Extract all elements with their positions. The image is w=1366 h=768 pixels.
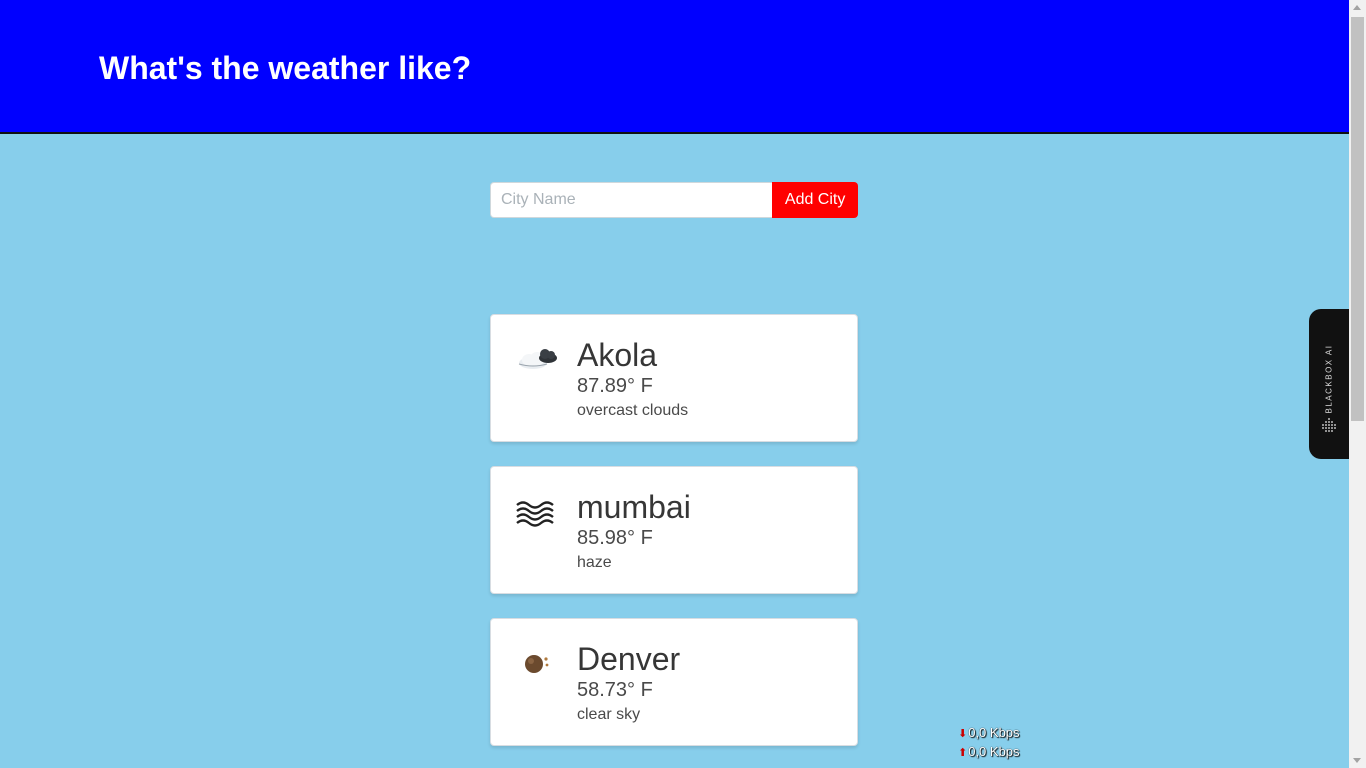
blackbox-ai-tab[interactable]: BLACKBOX AI xyxy=(1309,309,1349,459)
city-temperature: 58.73° F xyxy=(577,679,653,701)
weather-card-mumbai: mumbai 85.98° F haze xyxy=(490,466,858,594)
weather-description: overcast clouds xyxy=(577,402,689,419)
upload-speed: 0,0 Kbps xyxy=(968,744,1020,759)
upload-arrow-icon: ⬆ xyxy=(958,747,968,759)
header: What's the weather like? xyxy=(0,0,1349,134)
blackbox-ai-label: BLACKBOX AI xyxy=(1324,344,1334,414)
scrollbar-thumb[interactable] xyxy=(1351,17,1364,421)
city-temperature: 87.89° F xyxy=(577,375,653,397)
clear-sky-icon xyxy=(515,645,559,681)
haze-icon xyxy=(515,493,559,529)
city-temperature: 85.98° F xyxy=(577,527,653,549)
weather-card-akola: Akola 87.89° F overcast clouds xyxy=(490,314,858,442)
city-name-input[interactable] xyxy=(490,182,773,218)
download-arrow-icon: ⬇ xyxy=(958,728,968,740)
page: What's the weather like? Add City Akola … xyxy=(0,0,1349,768)
vertical-scrollbar[interactable] xyxy=(1349,0,1366,768)
add-city-button[interactable]: Add City xyxy=(772,182,858,218)
scroll-up-icon[interactable] xyxy=(1353,5,1361,10)
download-speed-row: ⬇0,0 Kbps xyxy=(958,724,1020,743)
scroll-down-icon[interactable] xyxy=(1353,758,1361,763)
city-name: Denver xyxy=(577,641,681,677)
city-name: mumbai xyxy=(577,489,691,525)
page-title: What's the weather like? xyxy=(99,50,472,86)
weather-description: haze xyxy=(577,554,612,571)
download-speed: 0,0 Kbps xyxy=(968,725,1020,740)
overcast-clouds-icon xyxy=(515,341,559,377)
add-city-form: Add City xyxy=(490,182,858,218)
upload-speed-row: ⬆0,0 Kbps xyxy=(958,743,1020,762)
weather-card-denver: Denver 58.73° F clear sky xyxy=(490,618,858,746)
blackbox-logo-icon xyxy=(1320,417,1338,435)
weather-description: clear sky xyxy=(577,706,641,723)
netspeed-overlay: ⬇0,0 Kbps ⬆0,0 Kbps xyxy=(958,724,1020,762)
city-name: Akola xyxy=(577,337,658,373)
